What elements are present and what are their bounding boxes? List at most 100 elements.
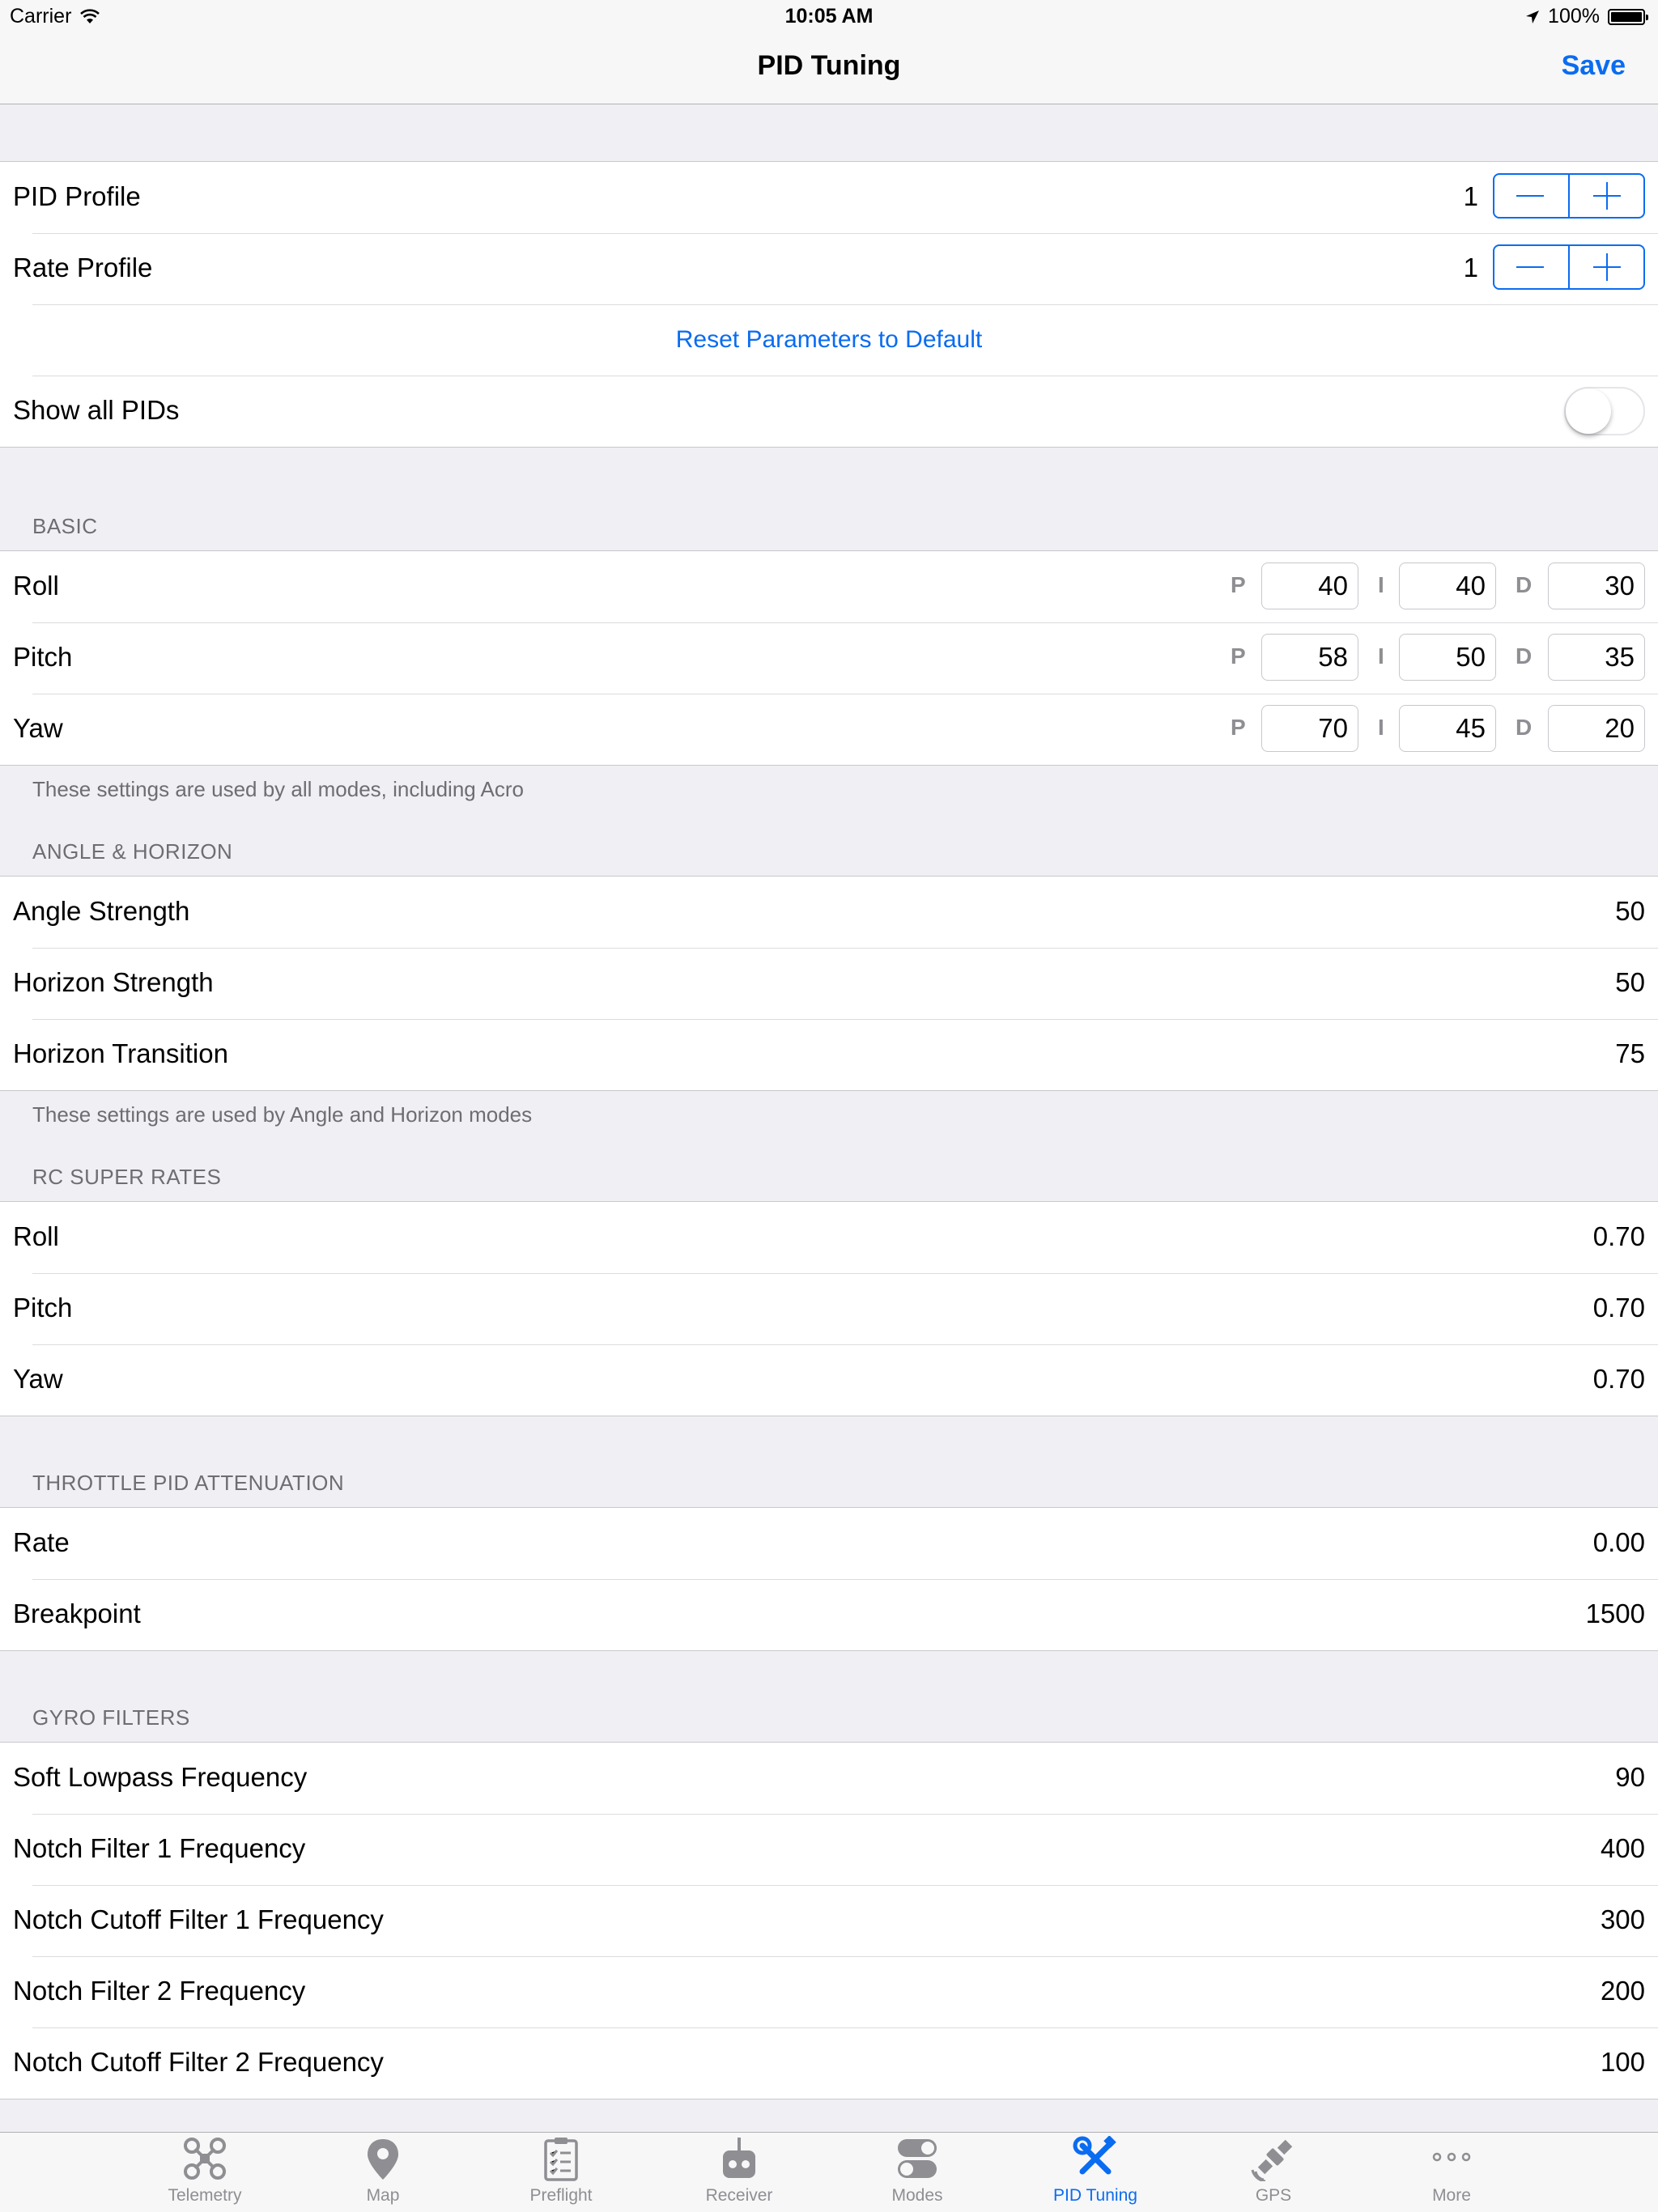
setting-row[interactable]: Notch Filter 2 Frequency 200: [0, 1956, 1658, 2027]
row-value: 100: [1600, 2047, 1645, 2077]
tab-modes[interactable]: Modes: [844, 2133, 990, 2212]
setting-row[interactable]: Notch Cutoff Filter 2 Frequency 100: [0, 2027, 1658, 2099]
battery-percent: 100%: [1548, 5, 1600, 28]
location-arrow-icon: [1526, 10, 1540, 23]
setting-row[interactable]: Horizon Transition 75: [0, 1019, 1658, 1090]
row-label: Notch Cutoff Filter 2 Frequency: [13, 2047, 384, 2077]
tab-telemetry[interactable]: Telemetry: [132, 2133, 278, 2212]
section-header-throttle: THROTTLE PID ATTENUATION: [32, 1471, 345, 1495]
show-all-pids-switch[interactable]: [1564, 387, 1645, 435]
settings-table[interactable]: PID Profile 1 Rate Profile 1 Reset Param…: [0, 104, 1658, 2132]
angle-horizon-group: Angle Strength 50 Horizon Strength 50 Ho…: [0, 876, 1658, 1091]
row-value: 400: [1600, 1833, 1645, 1863]
row-label: Pitch: [13, 1293, 73, 1323]
i-field[interactable]: 40: [1399, 563, 1496, 609]
more-icon: [1432, 2152, 1471, 2162]
increment-button[interactable]: [1568, 175, 1643, 217]
pid-profile-stepper[interactable]: [1493, 173, 1645, 219]
row-value: 300: [1600, 1904, 1645, 1934]
d-field[interactable]: 30: [1548, 563, 1645, 609]
setting-row[interactable]: Angle Strength 50: [0, 877, 1658, 948]
tab-more[interactable]: More: [1379, 2133, 1524, 2212]
section-footer-basic: These settings are used by all modes, in…: [32, 777, 525, 801]
tab-label: Map: [366, 2186, 400, 2205]
p-field[interactable]: 58: [1261, 634, 1358, 681]
p-label: P: [1231, 643, 1246, 669]
row-label: Notch Filter 1 Frequency: [13, 1833, 306, 1863]
row-value: 0.70: [1592, 1221, 1645, 1251]
i-label: I: [1378, 715, 1384, 740]
setting-row[interactable]: Breakpoint 1500: [0, 1579, 1658, 1650]
p-field[interactable]: 70: [1261, 705, 1358, 752]
status-bar: Carrier 10:05 AM 100%: [0, 0, 1658, 32]
tab-label: Preflight: [529, 2186, 593, 2205]
decrement-button[interactable]: [1494, 246, 1568, 288]
d-label: D: [1516, 572, 1533, 597]
row-label: Soft Lowpass Frequency: [13, 1762, 308, 1792]
pid-profile-value: 1: [1463, 181, 1478, 211]
tab-gps[interactable]: GPS: [1201, 2133, 1346, 2212]
battery-icon: [1608, 8, 1648, 25]
p-field[interactable]: 40: [1261, 563, 1358, 609]
i-field[interactable]: 45: [1399, 705, 1496, 752]
d-field[interactable]: 20: [1548, 705, 1645, 752]
row-label: Pitch: [13, 642, 73, 672]
rate-profile-value: 1: [1463, 253, 1478, 282]
reset-parameters-button[interactable]: Reset Parameters to Default: [0, 304, 1658, 376]
setting-row[interactable]: Roll 0.70: [0, 1202, 1658, 1273]
row-label: Rate: [13, 1527, 70, 1557]
tab-label: Receiver: [705, 2186, 773, 2205]
decrement-button[interactable]: [1494, 175, 1568, 217]
tab-receiver[interactable]: Receiver: [666, 2133, 812, 2212]
setting-row[interactable]: Yaw 0.70: [0, 1344, 1658, 1416]
setting-row[interactable]: Notch Filter 1 Frequency 400: [0, 1814, 1658, 1885]
tab-label: Telemetry: [168, 2186, 242, 2205]
status-time: 10:05 AM: [784, 5, 874, 28]
row-value: 50: [1615, 896, 1645, 926]
pid-row: Roll P 40 I 40 D 30: [0, 551, 1658, 622]
setting-row[interactable]: Pitch 0.70: [0, 1273, 1658, 1344]
d-field[interactable]: 35: [1548, 634, 1645, 681]
rate-profile-stepper[interactable]: [1493, 244, 1645, 290]
row-label: PID Profile: [13, 181, 141, 211]
d-label: D: [1516, 643, 1533, 669]
section-header-basic: BASIC: [32, 514, 98, 538]
profile-group: PID Profile 1 Rate Profile 1 Reset Param…: [0, 161, 1658, 448]
show-all-pids-row: Show all PIDs: [0, 376, 1658, 447]
rc-super-rates-group: Roll 0.70 Pitch 0.70 Yaw 0.70: [0, 1201, 1658, 1416]
save-button[interactable]: Save: [1562, 50, 1626, 82]
tab-label: GPS: [1255, 2186, 1292, 2205]
toggles-icon: [898, 2139, 937, 2178]
throttle-group: Rate 0.00 Breakpoint 1500: [0, 1507, 1658, 1651]
rate-profile-row: Rate Profile 1: [0, 233, 1658, 304]
row-label: Roll: [13, 571, 59, 601]
i-label: I: [1378, 572, 1384, 597]
setting-row[interactable]: Horizon Strength 50: [0, 948, 1658, 1019]
setting-row[interactable]: Soft Lowpass Frequency 90: [0, 1743, 1658, 1814]
i-field[interactable]: 50: [1399, 634, 1496, 681]
row-value: 1500: [1585, 1598, 1645, 1628]
p-label: P: [1231, 572, 1246, 597]
row-value: 200: [1600, 1976, 1645, 2006]
tab-map[interactable]: Map: [310, 2133, 456, 2212]
section-header-angle-horizon: ANGLE & HORIZON: [32, 839, 233, 864]
row-label: Yaw: [13, 713, 63, 743]
tab-preflight[interactable]: Preflight: [488, 2133, 634, 2212]
pid-row: Pitch P 58 I 50 D 35: [0, 622, 1658, 694]
tab-pid-tuning[interactable]: PID Tuning: [1022, 2133, 1168, 2212]
row-value: 0.00: [1592, 1527, 1645, 1557]
increment-button[interactable]: [1568, 246, 1643, 288]
setting-row[interactable]: Rate 0.00: [0, 1508, 1658, 1579]
p-label: P: [1231, 715, 1246, 740]
row-label: Notch Cutoff Filter 1 Frequency: [13, 1904, 384, 1934]
row-value: 90: [1615, 1762, 1645, 1792]
row-label: Roll: [13, 1221, 59, 1251]
section-header-rc-super-rates: RC SUPER RATES: [32, 1165, 222, 1189]
tab-label: PID Tuning: [1053, 2186, 1137, 2205]
navigation-bar: PID Tuning Save: [0, 32, 1658, 104]
row-value: 0.70: [1592, 1293, 1645, 1323]
gyro-filters-group: Soft Lowpass Frequency 90 Notch Filter 1…: [0, 1742, 1658, 2099]
receiver-icon: [723, 2138, 755, 2178]
satellite-icon: [1251, 2139, 1293, 2181]
setting-row[interactable]: Notch Cutoff Filter 1 Frequency 300: [0, 1885, 1658, 1956]
